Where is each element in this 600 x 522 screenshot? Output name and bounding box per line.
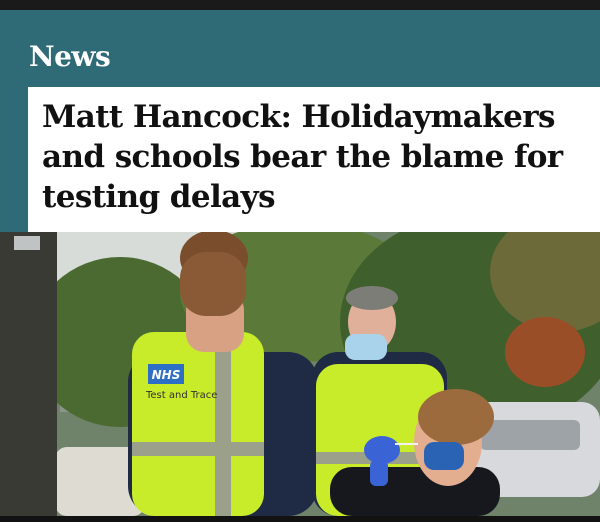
article-headline[interactable]: Matt Hancock: Holidaymakers and schools …: [42, 97, 587, 217]
photo-illustration: NHS Test and Trace: [0, 232, 600, 516]
vest-label: Test and Trace: [145, 390, 217, 401]
top-bar: [0, 0, 600, 10]
headline-card: Matt Hancock: Holidaymakers and schools …: [28, 87, 600, 232]
bottom-bar: [0, 516, 600, 522]
article-photo[interactable]: NHS Test and Trace: [0, 232, 600, 516]
vest-nhs-badge: NHS: [152, 368, 181, 382]
section-label[interactable]: News: [29, 40, 111, 73]
